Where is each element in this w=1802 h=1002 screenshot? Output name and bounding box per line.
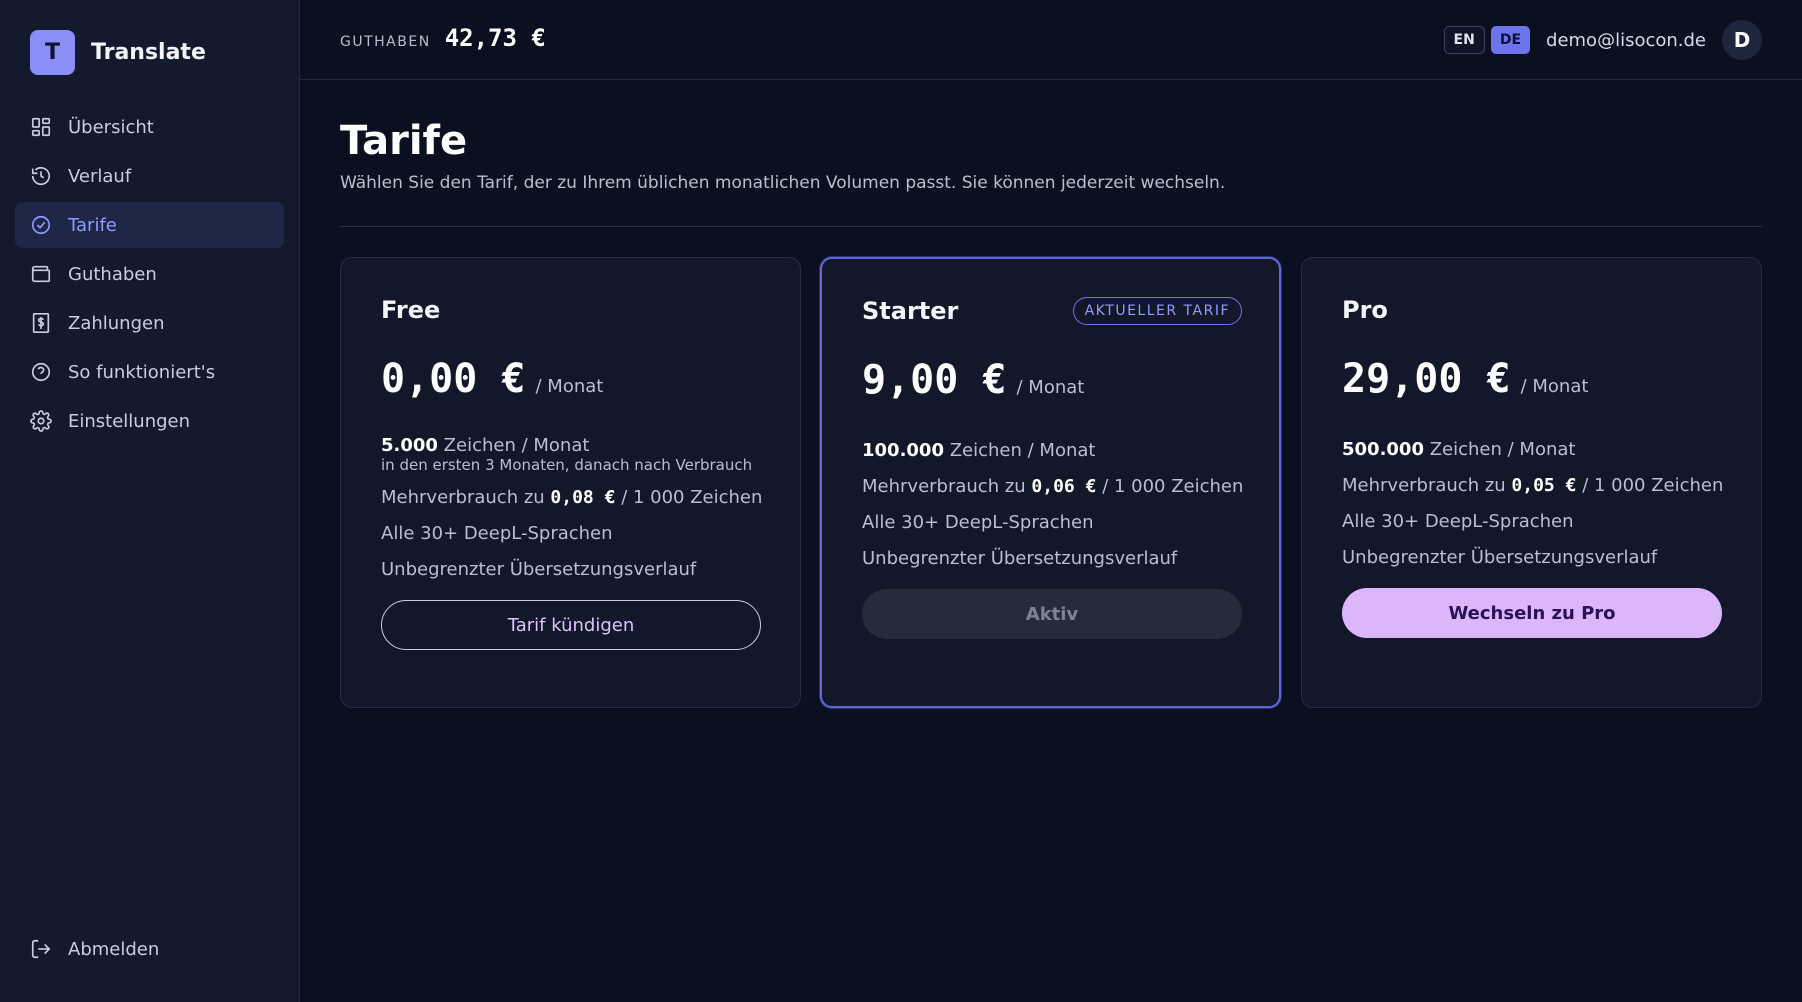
- page-title: Tarife: [340, 118, 468, 164]
- history-icon: [31, 167, 51, 186]
- logout-icon: [31, 939, 51, 959]
- feature-overage: Mehrverbrauch zu 0,05 € / 1 000 Zeichen: [1342, 468, 1724, 504]
- wallet-icon: [31, 265, 51, 283]
- overage-prefix: Mehrverbrauch zu: [862, 476, 1026, 497]
- plan-price: 0,00 €: [381, 356, 526, 402]
- overage-prefix: Mehrverbrauch zu: [381, 487, 545, 508]
- brand-logo: T: [30, 30, 75, 75]
- switch-to-pro-button[interactable]: Wechseln zu Pro: [1342, 588, 1722, 638]
- plan-cards: Free 0,00 € / Monat 5.000 Zeichen / Mona…: [340, 257, 1762, 708]
- plan-card-starter: Starter AKTUELLER TARIF 9,00 € / Monat 1…: [820, 257, 1281, 708]
- sidebar-item-label: Tarife: [68, 214, 117, 236]
- overage-price: 0,06 €: [1031, 476, 1097, 497]
- chars-amount: 5.000: [381, 435, 438, 456]
- balance-label: GUTHABEN: [340, 34, 431, 50]
- feature-history: Unbegrenzter Übersetzungsverlauf: [862, 548, 1178, 569]
- price-row: 9,00 € / Monat: [862, 357, 1242, 407]
- current-plan-badge: AKTUELLER TARIF: [1072, 297, 1242, 325]
- sidebar-item-label: Zahlungen: [68, 312, 165, 334]
- cancel-plan-button[interactable]: Tarif kündigen: [381, 600, 761, 650]
- plan-period: / Monat: [1520, 376, 1589, 397]
- feature-history: Unbegrenzter Übersetzungsverlauf: [381, 559, 697, 580]
- chars-amount: 100.000: [862, 440, 944, 461]
- language-de-button[interactable]: DE: [1490, 26, 1531, 54]
- sidebar-item-uebersicht[interactable]: Übersicht: [15, 104, 284, 150]
- language-en-button[interactable]: EN: [1443, 26, 1485, 54]
- chars-unit: Zeichen / Monat: [443, 435, 590, 456]
- header-right: EN DE demo@lisocon.de D: [1438, 20, 1762, 60]
- sidebar-nav: Übersicht Verlauf Tarife Guthaben Zahlun…: [15, 104, 284, 447]
- avatar[interactable]: D: [1722, 20, 1762, 60]
- plan-card-pro: Pro 29,00 € / Monat 500.000 Zeichen / Mo…: [1301, 257, 1762, 708]
- sidebar-item-label: Einstellungen: [68, 410, 191, 432]
- logout-button[interactable]: Abmelden: [15, 926, 284, 972]
- check-circle-icon: [31, 215, 51, 235]
- feature-history: Unbegrenzter Übersetzungsverlauf: [1342, 547, 1658, 568]
- plan-features: 5.000 Zeichen / Monat in den ersten 3 Mo…: [381, 432, 763, 588]
- logout-label: Abmelden: [68, 938, 160, 960]
- overage-price: 0,08 €: [550, 487, 616, 508]
- balance-display: GUTHABEN 42,73 €: [340, 24, 546, 52]
- plan-name: Pro: [1342, 296, 1388, 324]
- overage-suffix: / 1 000 Zeichen: [1582, 475, 1724, 496]
- feature-overage: Mehrverbrauch zu 0,06 € / 1 000 Zeichen: [862, 469, 1244, 505]
- sidebar-item-verlauf[interactable]: Verlauf: [15, 153, 284, 199]
- chars-unit: Zeichen / Monat: [949, 440, 1096, 461]
- plan-features: 100.000 Zeichen / Monat Mehrverbrauch zu…: [862, 433, 1244, 577]
- help-circle-icon: [31, 362, 51, 382]
- feature-languages: Alle 30+ DeepL-Sprachen: [1342, 511, 1574, 532]
- gear-icon: [30, 410, 52, 432]
- overage-suffix: / 1 000 Zeichen: [1102, 476, 1244, 497]
- chars-unit: Zeichen / Monat: [1429, 439, 1576, 460]
- plan-features: 500.000 Zeichen / Monat Mehrverbrauch zu…: [1342, 432, 1724, 576]
- grid-icon: [31, 117, 51, 137]
- chars-amount: 500.000: [1342, 439, 1424, 460]
- plan-period: / Monat: [535, 376, 604, 397]
- price-row: 0,00 € / Monat: [381, 356, 761, 406]
- sidebar-item-tarife[interactable]: Tarife: [15, 202, 284, 248]
- plan-card-free: Free 0,00 € / Monat 5.000 Zeichen / Mona…: [340, 257, 801, 708]
- sidebar-item-guthaben[interactable]: Guthaben: [15, 251, 284, 297]
- active-plan-button: Aktiv: [862, 589, 1242, 639]
- plan-price: 9,00 €: [862, 357, 1007, 403]
- top-header: GUTHABEN 42,73 € EN DE demo@lisocon.de D: [300, 0, 1802, 80]
- sidebar-item-zahlungen[interactable]: Zahlungen: [15, 300, 284, 346]
- feature-overage: Mehrverbrauch zu 0,08 € / 1 000 Zeichen: [381, 480, 763, 516]
- sidebar-item-label: Guthaben: [68, 263, 157, 285]
- feature-languages: Alle 30+ DeepL-Sprachen: [862, 512, 1094, 533]
- user-email: demo@lisocon.de: [1546, 29, 1706, 51]
- sidebar-item-so-funktionierts[interactable]: So funktioniert's: [15, 349, 284, 395]
- divider: [340, 226, 1762, 227]
- sidebar-item-label: Verlauf: [68, 165, 132, 187]
- plan-period: / Monat: [1016, 377, 1085, 398]
- overage-prefix: Mehrverbrauch zu: [1342, 475, 1506, 496]
- overage-price: 0,05 €: [1511, 475, 1577, 496]
- sidebar-item-label: Übersicht: [68, 116, 154, 138]
- brand[interactable]: T Translate: [30, 30, 206, 75]
- logout-area: Abmelden: [15, 926, 284, 975]
- brand-name: Translate: [91, 40, 206, 65]
- receipt-icon: [32, 313, 50, 333]
- sidebar-item-label: So funktioniert's: [68, 361, 216, 383]
- balance-value: 42,73 €: [444, 24, 546, 52]
- price-row: 29,00 € / Monat: [1342, 356, 1722, 406]
- feature-characters: 100.000 Zeichen / Monat: [862, 433, 1242, 469]
- page-subtitle: Wählen Sie den Tarif, der zu Ihrem üblic…: [340, 173, 1226, 193]
- overage-suffix: / 1 000 Zeichen: [621, 487, 763, 508]
- plan-price: 29,00 €: [1342, 356, 1511, 402]
- feature-characters: 500.000 Zeichen / Monat: [1342, 432, 1722, 468]
- sidebar: T Translate Übersicht Verlauf Tarife Gut…: [0, 0, 300, 1002]
- feature-languages: Alle 30+ DeepL-Sprachen: [381, 523, 613, 544]
- feature-chars-note: in den ersten 3 Monaten, danach nach Ver…: [381, 456, 753, 474]
- plan-name: Free: [381, 296, 441, 324]
- sidebar-item-einstellungen[interactable]: Einstellungen: [15, 398, 284, 444]
